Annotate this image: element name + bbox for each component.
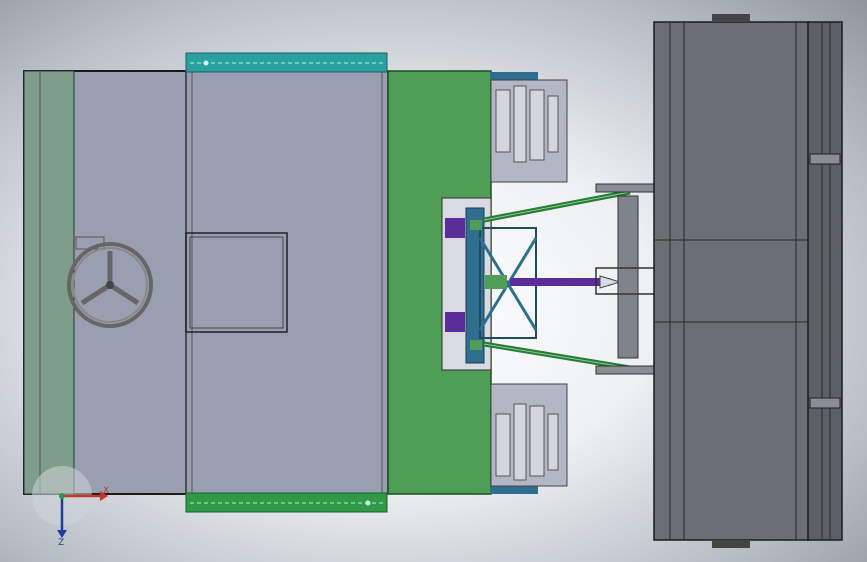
model-drawing[interactable]: X Z	[0, 0, 867, 562]
bottom-rail[interactable]	[185, 492, 388, 513]
cad-viewport[interactable]: X Z	[0, 0, 867, 562]
rotor-drum[interactable]	[653, 14, 843, 548]
chassis-body[interactable]	[23, 70, 389, 495]
lower-wheel-assembly[interactable]	[490, 383, 568, 494]
top-rail[interactable]	[185, 52, 388, 73]
upper-wheel-assembly[interactable]	[490, 72, 568, 183]
hitch-mechanism[interactable]	[441, 189, 631, 371]
x-axis-label: X	[103, 486, 109, 496]
z-axis-label: Z	[58, 538, 64, 548]
